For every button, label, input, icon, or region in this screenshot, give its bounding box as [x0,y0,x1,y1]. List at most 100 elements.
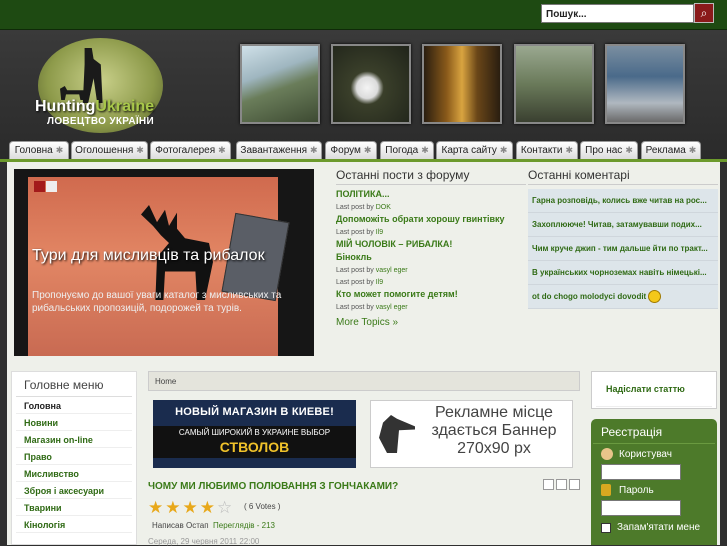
menu-item-hunting[interactable]: Мисливство [16,465,132,482]
comment-link[interactable]: Чим круче джип - тим дальше йти по тракт… [528,237,718,261]
view-count: Переглядів - 213 [213,521,275,530]
print-icon[interactable] [556,479,567,490]
comment-item[interactable]: ot do chogo molodyci dovodit [528,285,718,310]
nav-label: Фотогалерея [155,145,216,156]
password-text: Пароль [619,484,654,496]
banner-ad-space[interactable]: Рекламне місце здається Баннер 270x90 px [370,400,573,468]
banner-gun-shop[interactable]: НОВЫЙ МАГАЗИН В КИЕВЕ! САМЫЙ ШИРОКИЙ В У… [153,400,356,468]
menu-item-news[interactable]: Новини [16,414,132,431]
post-user[interactable]: Il9 [376,279,383,286]
main-area: Тури для мисливців та рибалок Пропонуємо… [7,162,720,546]
nav-label: Форум [330,145,361,156]
star-icon: ✱ [625,145,633,155]
nav-label: Реклама [645,145,686,156]
star-icon: ✱ [565,145,574,155]
hunter-silhouette [82,48,103,103]
nav-tab-advert[interactable]: Реклама ✱ [641,141,701,159]
logo-text: HuntingUkraine [35,98,154,116]
logo-part1: Hunting [35,98,96,115]
thumb-fisherman[interactable] [605,44,685,124]
main-menu: Головне меню Головна Новини Магазин on-l… [11,371,137,545]
logo-subtitle: ЛОВЕЦТВО УКРАЇНИ [47,116,154,127]
menu-item-weapons[interactable]: Зброя і аксесуари [16,482,132,499]
star-icon: ✱ [499,145,508,155]
forum-post-meta: Last post by vasyl eger [336,267,526,274]
forum-post-meta: Last post by Il9 [336,229,526,236]
post-user[interactable]: vasyl eger [376,304,408,311]
thumb-forest[interactable] [422,44,502,124]
search-input[interactable]: Пошук... [541,4,694,23]
slide-pager[interactable] [34,181,58,193]
post-user[interactable]: vasyl eger [376,267,408,274]
nav-tab-weather[interactable]: Погода ✱ [380,141,434,159]
password-input[interactable] [601,500,681,516]
forum-post-link[interactable]: Бінокль [336,252,526,262]
menu-item-law[interactable]: Право [16,448,132,465]
nav-label: Завантаження [240,145,308,156]
nav-tab-downloads[interactable]: Завантаження ✱ [236,141,322,159]
forum-post-link[interactable]: Допоможіть обрати хорошу гвинтівку [336,214,526,224]
featured-slider[interactable]: Тури для мисливців та рибалок Пропонуємо… [14,169,314,356]
nav-label: Карта сайту [441,145,497,156]
nav-label: Головна [14,145,53,156]
email-icon[interactable] [569,479,580,490]
comment-link[interactable]: Захоплююче! Читав, затамувавши подих... [528,213,718,237]
thumb-swan[interactable] [331,44,411,124]
menu-item-animals[interactable]: Тварини [16,499,132,516]
nav-tab-contacts[interactable]: Контакти ✱ [516,141,578,159]
nav-tab-gallery[interactable]: Фотогалерея ✱ [150,141,231,159]
comment-link[interactable]: В українських чорноземах навіть німецькі… [528,261,718,285]
search-button[interactable]: ⌕ [694,3,714,23]
forum-post-link[interactable]: ПОЛІТИКА... [336,189,526,199]
remember-checkbox[interactable] [601,522,611,533]
nav-tab-sitemap[interactable]: Карта сайту ✱ [436,141,513,159]
login-title: Реєстрація [593,419,715,444]
slide-dot[interactable] [34,181,45,192]
comment-text[interactable]: ot do chogo molodyci dovodit [532,292,646,301]
username-input[interactable] [601,464,681,480]
article-title[interactable]: ЧОМУ МИ ЛЮБИМО ПОЛЮВАННЯ З ГОНЧАКАМИ? [148,481,398,492]
forum-post-meta: Last post by DOK [336,204,526,211]
logo-part2: Ukraine [95,98,155,115]
nav-tab-home[interactable]: Головна ✱ [9,141,69,159]
submit-article-link[interactable]: Надіслати статтю [596,372,712,407]
username-text: Користувач [619,448,672,460]
star-icon: ✱ [218,145,226,155]
banner-line2: САМЫЙ ШИРОКИЙ В УКРАИНЕ ВЫБОР [153,426,356,439]
thumb-dogs[interactable] [514,44,594,124]
author-label: Написав [152,521,184,530]
pdf-icon[interactable] [543,479,554,490]
forum-post-link[interactable]: Кто может помогите детям! [336,289,526,299]
meta-label: Last post by [336,229,374,236]
post-user[interactable]: Il9 [376,229,383,236]
remember-label: Запам'ятати мене [617,522,701,533]
menu-item-cynology[interactable]: Кінологія [16,516,132,533]
forum-post-link[interactable]: МІЙ ЧОЛОВІК – РИБАЛКА! [336,239,526,249]
menu-item-shop[interactable]: Магазин on-line [16,431,132,448]
remember-me[interactable]: Запам'ятати мене [591,516,717,539]
nav-tab-forum[interactable]: Форум ✱ [325,141,377,159]
nav-tab-about[interactable]: Про нас ✱ [580,141,638,159]
nav-label: Контакти [520,145,563,156]
meta-label: Last post by [336,267,374,274]
slide-dot-active[interactable] [46,181,57,192]
forum-post-meta: Last post by Il9 [336,279,526,286]
rating-stars[interactable]: ★★★★☆ [148,498,234,518]
comment-link[interactable]: Гарна розповідь, колись вже читав на рос… [528,189,718,213]
nav-label: Оголошення [75,145,134,156]
slide-title[interactable]: Тури для мисливців та рибалок [32,247,265,265]
post-user[interactable]: DOK [376,204,391,211]
menu-item-home[interactable]: Головна [16,397,132,414]
slide-image [28,177,290,356]
article-tools [541,479,580,493]
nav-tab-ads[interactable]: Оголошення ✱ [71,141,148,159]
thumb-bridge[interactable] [240,44,320,124]
star-icon: ✱ [55,145,64,155]
login-box: Реєстрація Користувач Пароль Запам'ятати… [591,419,717,545]
slide-text: Пропонуємо до вашої уваги каталог з мисл… [32,290,282,314]
nav-label: Про нас [585,145,623,156]
hunter-silhouette [379,415,415,453]
breadcrumb[interactable]: Home [148,371,580,391]
banner-line3: СТВОЛОВ [153,439,356,458]
more-topics-link[interactable]: More Topics » [336,317,526,328]
